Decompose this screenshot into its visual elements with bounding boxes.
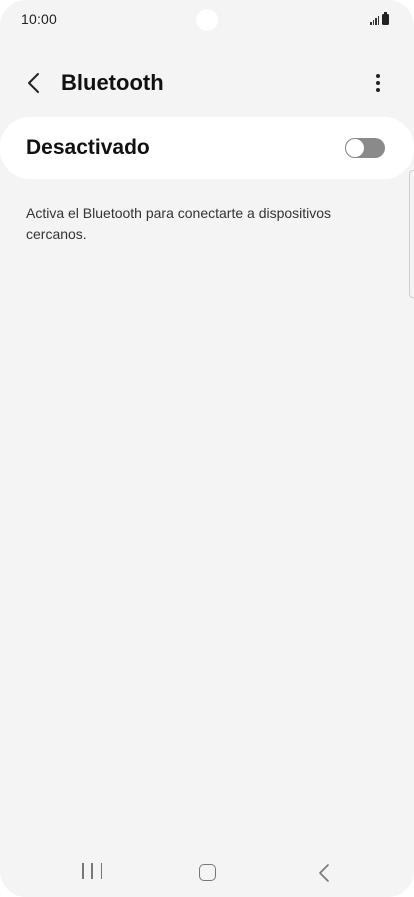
bluetooth-toggle-label: Desactivado (26, 136, 150, 159)
status-bar: 10:00 (0, 0, 414, 40)
back-icon (319, 864, 329, 882)
status-time: 10:00 (21, 11, 58, 27)
recents-icon-bar (82, 863, 84, 879)
recents-icon-bar (100, 863, 102, 879)
bluetooth-description: Activa el Bluetooth para conectarte a di… (26, 205, 332, 242)
nav-back-button[interactable] (315, 862, 333, 884)
back-button[interactable] (20, 66, 48, 100)
bluetooth-toggle-row[interactable]: Desactivado (0, 117, 414, 179)
toggle-knob (345, 138, 365, 158)
bluetooth-toggle-switch[interactable] (345, 138, 385, 158)
phone-screen: 10:00 Bluetooth Desactivado Activa el Bl… (0, 0, 414, 897)
signal-icon (370, 15, 379, 25)
more-vertical-icon-dot (376, 88, 380, 92)
battery-icon (382, 12, 389, 25)
more-vertical-icon-dot (376, 81, 380, 85)
status-icons (370, 12, 389, 25)
navigation-bar (0, 847, 414, 897)
recents-icon-bar (91, 863, 93, 879)
recents-button[interactable] (82, 863, 102, 881)
app-header: Bluetooth (0, 62, 414, 104)
camera-cutout (196, 9, 218, 31)
page-title: Bluetooth (61, 70, 164, 95)
home-button[interactable] (199, 864, 216, 881)
edge-panel-handle[interactable] (409, 170, 414, 298)
more-vertical-icon-dot (376, 74, 380, 78)
chevron-left-icon (28, 73, 39, 93)
more-options-button[interactable] (366, 68, 390, 98)
